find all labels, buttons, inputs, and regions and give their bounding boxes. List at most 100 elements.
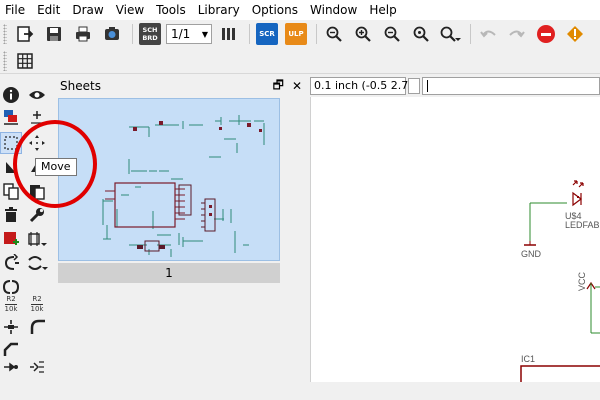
stop-button[interactable]: [533, 22, 559, 46]
open-icon: [17, 26, 34, 42]
redo-button[interactable]: [504, 22, 530, 46]
add-part-button[interactable]: [0, 228, 22, 250]
info-button[interactable]: [0, 84, 22, 106]
add-part-icon: [4, 232, 19, 245]
menu-draw[interactable]: Draw: [66, 0, 109, 20]
menu-window[interactable]: Window: [304, 0, 363, 20]
sheet-layers-button[interactable]: [216, 22, 242, 46]
stop-icon: [537, 25, 555, 43]
zoom-out-button[interactable]: [379, 22, 405, 46]
script-button[interactable]: SCR: [254, 22, 280, 46]
cam-processor-button[interactable]: [99, 22, 125, 46]
display-layers-button[interactable]: [0, 106, 22, 128]
command-bar: 0.1 inch (-0.5 2.7): [310, 76, 600, 96]
gateswap-icon: [28, 256, 48, 270]
menu-library[interactable]: Library: [192, 0, 246, 20]
info-icon: [3, 87, 19, 103]
smash-icon: [4, 320, 18, 334]
redraw-icon: [413, 26, 429, 42]
route-button[interactable]: [26, 356, 48, 378]
gateswap-button[interactable]: [26, 252, 48, 274]
copy-button[interactable]: [0, 180, 22, 202]
group-button[interactable]: [0, 132, 22, 154]
sheet-preview-schematic: [102, 115, 265, 257]
menu-help[interactable]: Help: [363, 0, 402, 20]
command-line-input[interactable]: [422, 77, 600, 95]
coordinate-toggle[interactable]: [408, 78, 420, 94]
undo-icon: [480, 30, 496, 38]
menu-file[interactable]: File: [0, 0, 31, 20]
pinswap-icon: [4, 254, 19, 270]
sheets-panel-title: Sheets: [60, 79, 101, 93]
coordinate-display: 0.1 inch (-0.5 2.7): [310, 77, 413, 95]
open-file-button[interactable]: [12, 22, 38, 46]
mark-icon: [31, 111, 43, 124]
trash-icon: [5, 207, 17, 222]
move-button[interactable]: [26, 132, 48, 154]
grid-button[interactable]: [12, 49, 38, 73]
schematic-canvas[interactable]: U$4 LEDFAB GND VCC IC1: [310, 97, 600, 382]
group-select-icon: [4, 136, 18, 150]
toolbar-grip[interactable]: [3, 50, 7, 71]
replace-button[interactable]: [26, 228, 48, 250]
sheet-select[interactable]: 1/1 ▼: [166, 24, 212, 44]
show-button[interactable]: [26, 84, 48, 106]
menu-edit[interactable]: Edit: [31, 0, 66, 20]
optimize-icon: [4, 362, 18, 372]
switch-to-board-button[interactable]: SCH BRD: [137, 22, 163, 46]
print-button[interactable]: [70, 22, 96, 46]
layers-icon: [4, 110, 18, 125]
undo-button[interactable]: [475, 22, 501, 46]
name-button[interactable]: R2 10k: [0, 292, 22, 316]
value-button[interactable]: R2 10k: [26, 292, 48, 316]
menu-tools[interactable]: Tools: [150, 0, 192, 20]
toolbar-separator: [470, 24, 471, 44]
sheets-panel-header: Sheets 🗗 ✕: [56, 76, 306, 96]
delete-button[interactable]: [0, 204, 22, 226]
paste-icon: [30, 185, 45, 200]
zoom-in-icon: [355, 26, 371, 42]
smash-button[interactable]: [0, 316, 22, 338]
menu-options[interactable]: Options: [246, 0, 304, 20]
go-button[interactable]: [562, 22, 588, 46]
command-palette: R2 10k R2 10k: [0, 76, 54, 400]
menu-bar: File Edit Draw View Tools Library Option…: [0, 0, 600, 20]
zoom-select-icon: [440, 26, 461, 42]
rotate-button[interactable]: [0, 156, 22, 178]
optimize-button[interactable]: [0, 356, 22, 378]
eagle-schematic-window: File Edit Draw View Tools Library Option…: [0, 0, 600, 400]
paste-button[interactable]: [26, 180, 48, 202]
save-button[interactable]: [41, 22, 67, 46]
miter-button[interactable]: [26, 316, 48, 338]
save-icon: [47, 27, 61, 41]
pinswap-button[interactable]: [0, 252, 22, 274]
sheet-thumbnail[interactable]: [58, 98, 280, 261]
sheets-panel: Sheets 🗗 ✕ 1: [56, 76, 306, 400]
toolbar-separator: [316, 24, 317, 44]
toolbar-grip[interactable]: [3, 24, 7, 44]
rotate-icon: [6, 162, 16, 173]
parameter-toolbar: [0, 48, 600, 74]
close-panel-icon[interactable]: ✕: [292, 79, 302, 93]
copy-icon: [3, 183, 19, 200]
toolbar-separator: [132, 24, 133, 44]
value-icon: R2 10k: [30, 294, 44, 313]
run-ulp-button[interactable]: ULP: [283, 22, 309, 46]
toolbar-separator: [249, 24, 250, 44]
redraw-button[interactable]: [408, 22, 434, 46]
zoom-fit-button[interactable]: [321, 22, 347, 46]
zoom-in-button[interactable]: [350, 22, 376, 46]
grid-icon: [17, 52, 33, 69]
sheet-select-value: 1/1: [171, 27, 191, 41]
attribute-button[interactable]: [26, 204, 48, 226]
zoom-select-button[interactable]: [437, 22, 463, 46]
go-icon: [567, 26, 583, 42]
menu-view[interactable]: View: [110, 0, 150, 20]
cam-icon: [105, 27, 119, 40]
redo-icon: [509, 30, 525, 38]
restore-panel-icon[interactable]: 🗗: [273, 76, 284, 97]
horizontal-scrollbar[interactable]: [310, 382, 600, 400]
sheet-number: 1: [58, 263, 280, 283]
text-cursor: [427, 80, 428, 92]
mark-button[interactable]: [26, 106, 48, 128]
